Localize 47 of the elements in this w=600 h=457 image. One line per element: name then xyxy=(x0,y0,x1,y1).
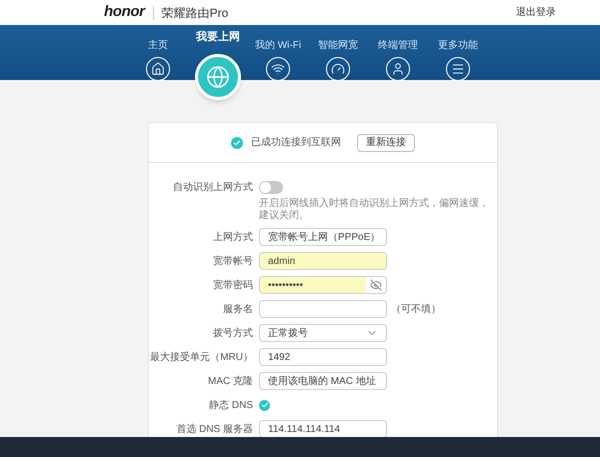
nav-label[interactable]: 我要上网 xyxy=(196,29,240,46)
app-title: 荣耀路由Pro xyxy=(162,4,228,22)
optional-note: （可不填） xyxy=(391,302,441,316)
input-field[interactable] xyxy=(259,300,387,318)
nav-tab[interactable] xyxy=(146,57,170,81)
eye-off-icon[interactable] xyxy=(370,279,382,291)
user-icon xyxy=(391,62,405,76)
reconnect-button[interactable]: 重新连接 xyxy=(357,134,415,152)
checkbox[interactable] xyxy=(259,400,270,410)
nav-label[interactable]: 更多功能 xyxy=(438,38,478,53)
logout-link[interactable]: 退出登录 xyxy=(516,5,556,20)
field-label: MAC 克隆 xyxy=(208,374,253,388)
success-icon xyxy=(231,136,243,148)
nav-tab[interactable] xyxy=(386,57,410,81)
nav-tab[interactable] xyxy=(195,54,241,100)
nav-label[interactable]: 智能网宽 xyxy=(318,38,358,53)
globe-icon xyxy=(206,64,230,88)
nav-label[interactable]: 终端管理 xyxy=(378,38,418,53)
password-field[interactable]: •••••••••• xyxy=(259,276,387,294)
field-label: 拨号方式 xyxy=(213,326,253,340)
field-label: 静态 DNS xyxy=(209,398,253,412)
nav-tab[interactable] xyxy=(446,57,470,81)
nav-label[interactable]: 我的 Wi-Fi xyxy=(254,38,302,53)
select-field[interactable]: 正常拨号 xyxy=(259,324,387,342)
input-field[interactable]: admin xyxy=(259,252,387,270)
nav-label[interactable]: 主页 xyxy=(148,38,168,53)
field-label: 宽带帐号 xyxy=(213,254,253,268)
select-field[interactable]: 宽带帐号上网（PPPoE） xyxy=(259,228,387,246)
toggle-switch[interactable] xyxy=(259,180,283,194)
nav-tab[interactable] xyxy=(266,57,290,81)
field-label: 首选 DNS 服务器 xyxy=(176,422,253,436)
status-text: 已成功连接到互联网 xyxy=(251,136,341,150)
input-field[interactable]: 1492 xyxy=(259,348,387,366)
home-icon xyxy=(151,62,165,76)
input-field[interactable]: 114.114.114.114 xyxy=(259,420,387,438)
field-label: 自动识别上网方式 xyxy=(173,180,253,194)
gauge-icon xyxy=(331,62,345,76)
brand-logo: honor xyxy=(104,2,145,22)
field-label: 服务名 xyxy=(223,302,253,316)
select-field[interactable]: 使用该电脑的 MAC 地址 xyxy=(259,372,387,390)
hint-text: 开启后网线插入时将自动识别上网方式，偏网速缓，建议关闭。 xyxy=(259,198,490,222)
field-label: 宽带密码 xyxy=(213,278,253,292)
field-label: 上网方式 xyxy=(213,230,253,244)
check-icon xyxy=(260,401,268,409)
menu-icon xyxy=(451,62,465,76)
field-label: 最大接受单元（MRU） xyxy=(150,350,253,364)
nav-tab[interactable] xyxy=(326,57,350,81)
